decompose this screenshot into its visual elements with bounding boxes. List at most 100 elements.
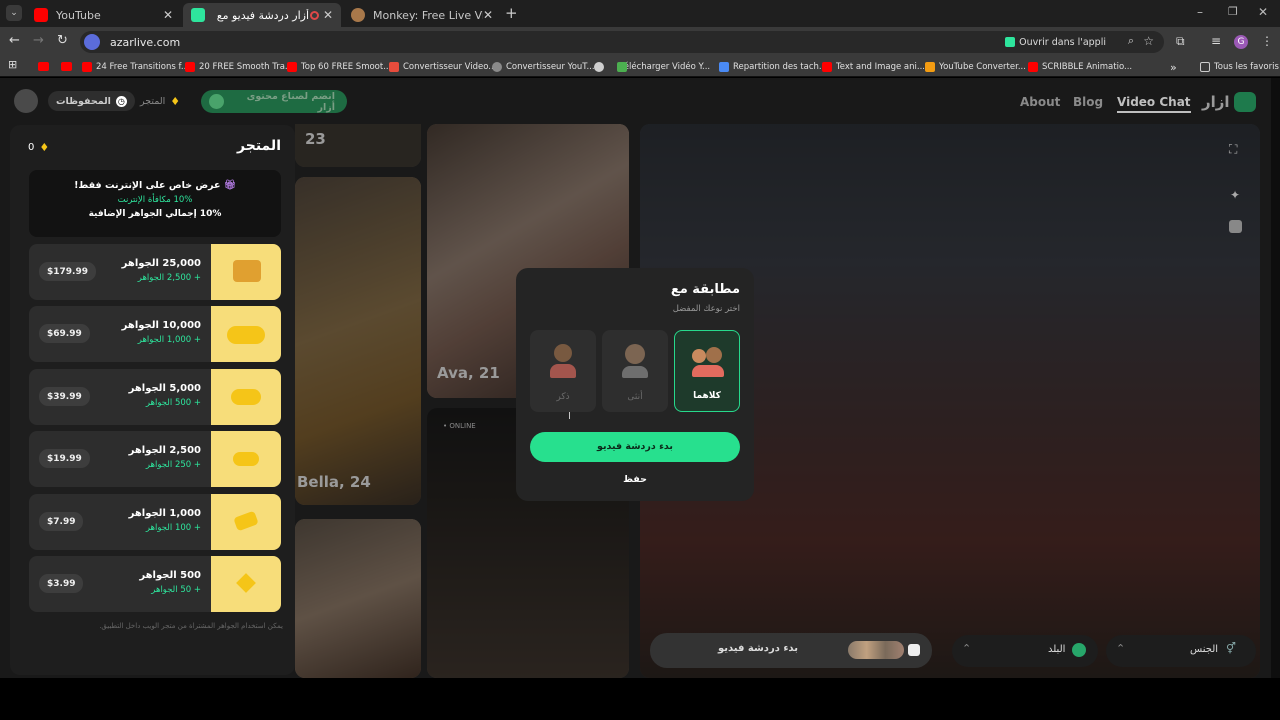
start-video-chat-bar[interactable]: بدء دردشة فيديو [650, 633, 932, 668]
profile-avatar[interactable]: G [1234, 35, 1248, 49]
special-offer-card: 🎁︎ عرض خاص على الإنترنت فقط! 10% مكافأة … [29, 170, 281, 237]
bookmark-item[interactable] [617, 60, 631, 74]
pack-price-button[interactable]: $3.99 [39, 574, 84, 593]
country-filter[interactable]: ⌃ البلد [952, 635, 1098, 667]
profile-label: 23 [305, 130, 326, 148]
gem-pack[interactable]: 25,000 الجواهر + 2,500 الجواهر $179.99 [29, 244, 281, 300]
option-female[interactable]: أنثى [602, 330, 668, 412]
bookmark-item[interactable]: Convertisseur Video... [389, 60, 496, 74]
store-label: المتجر [140, 95, 166, 107]
tab-search-button[interactable]: ⌄ [6, 5, 22, 21]
extensions-icon[interactable]: ⧉ [1176, 34, 1185, 49]
apps-icon[interactable]: ⊞ [8, 58, 17, 71]
address-bar[interactable]: azarlive.com Ouvrir dans l'appli ⌕ ☆ [80, 31, 1164, 53]
bookmark-item[interactable]: SCRIBBLE Animatio... [1028, 60, 1132, 74]
close-icon[interactable]: ✕ [323, 8, 333, 22]
azar-logo[interactable]: ازار [1202, 90, 1256, 113]
pack-price-button[interactable]: $39.99 [39, 387, 90, 406]
menu-icon[interactable]: ⋮ [1261, 34, 1273, 48]
app-icon [1005, 37, 1016, 47]
scrollbar[interactable] [1271, 78, 1280, 678]
open-in-app-label: Ouvrir dans l'appli [1019, 36, 1106, 48]
nav-video-chat[interactable]: Video Chat [1117, 95, 1191, 113]
store-button[interactable]: المتجر ♦ [134, 91, 186, 111]
bookmark-item[interactable]: 20 FREE Smooth Tra... [185, 60, 293, 74]
open-in-app-chip[interactable]: Ouvrir dans l'appli [1005, 33, 1106, 51]
globe-icon [594, 62, 604, 72]
url-text: azarlive.com [110, 35, 181, 49]
tab-youtube[interactable]: YouTube ✕ [26, 3, 181, 27]
bookmark-item[interactable]: Text and Image ani... [822, 60, 925, 74]
nav-about[interactable]: About [1020, 95, 1060, 109]
pack-price-button[interactable]: $7.99 [39, 512, 84, 531]
pack-price-button[interactable]: $179.99 [39, 262, 96, 281]
pack-bonus: + 500 الجواهر [145, 398, 201, 408]
converter-icon [389, 62, 399, 72]
maximize-button[interactable]: ❐ [1228, 5, 1238, 18]
face-filter-icon[interactable] [1229, 220, 1242, 233]
logo-text: ازار [1202, 92, 1230, 111]
saved-label: المحفوظات [56, 95, 111, 107]
gem-pack[interactable]: 10,000 الجواهر + 1,000 الجواهر $69.99 [29, 306, 281, 362]
store-panel: المتجر 0 ♦ 🎁︎ عرض خاص على الإنترنت فقط! … [10, 125, 295, 675]
reload-icon[interactable]: ↻ [57, 33, 68, 48]
gem-pile-icon [211, 306, 281, 362]
dim-overlay [295, 519, 421, 678]
youtube-icon[interactable] [38, 62, 49, 71]
fullscreen-icon[interactable]: ⛶ [1229, 142, 1237, 157]
start-video-chat-button[interactable]: بدء دردشة فيديو [530, 432, 740, 462]
youtube-icon[interactable] [61, 62, 72, 71]
option-both[interactable]: كلاهما [674, 330, 740, 412]
monkey-icon [351, 8, 365, 22]
gem-pile-icon [211, 431, 281, 487]
tab-azar[interactable]: أزار دردشة فيديو مع أشخاص ✕ [183, 3, 341, 27]
profile-card[interactable]: Bella, 24 [295, 177, 421, 505]
gem-pack[interactable]: 2,500 الجواهر + 250 الجواهر $19.99 [29, 431, 281, 487]
bookmark-item[interactable]: Télécharger Vidéo Y... [594, 60, 710, 74]
bookmark-item[interactable]: Top 60 FREE Smoot... [287, 60, 391, 74]
close-icon[interactable]: ✕ [483, 8, 493, 22]
offer-title-row: 🎁︎ عرض خاص على الإنترنت فقط! [29, 180, 281, 191]
pack-gems: 10,000 الجواهر [121, 320, 201, 331]
sparkle-icon[interactable]: ✦ [1230, 188, 1240, 202]
close-icon[interactable]: ✕ [163, 8, 173, 22]
gem-pack[interactable]: 1,000 الجواهر + 100 الجواهر $7.99 [29, 494, 281, 550]
start-video-chat-label: بدء دردشة فيديو [718, 643, 798, 654]
profile-label: Bella, 24 [297, 473, 371, 491]
gem-pack[interactable]: 500 الجواهر + 50 الجواهر $3.99 [29, 556, 281, 612]
gem-pile-icon [211, 369, 281, 425]
bookmark-item[interactable]: 24 Free Transitions f... [82, 60, 189, 74]
pack-price-button[interactable]: $69.99 [39, 324, 90, 343]
bookmark-item[interactable]: Convertisseur YouT... [492, 60, 595, 74]
saved-button[interactable]: المحفوظات ◷ [48, 91, 135, 111]
couple-icon [692, 347, 724, 377]
profile-card[interactable] [295, 519, 421, 678]
gender-filter[interactable]: ⌃ الجنس ⚥ [1106, 635, 1256, 667]
nav-blog[interactable]: Blog [1073, 95, 1103, 109]
bookmark-item[interactable]: YouTube Converter... [925, 60, 1026, 74]
more-bookmarks-icon[interactable]: » [1170, 60, 1177, 74]
bookmark-item[interactable]: Repartition des tach... [719, 60, 827, 74]
pack-price-button[interactable]: $19.99 [39, 449, 90, 468]
zoom-icon[interactable]: ⌕ [1128, 34, 1134, 48]
new-tab-button[interactable]: + [505, 4, 518, 22]
gem-balance-value: 0 [28, 142, 35, 153]
tab-monkey[interactable]: Monkey: Free Live Video Chat ✕ [343, 3, 501, 27]
back-icon[interactable]: ← [9, 33, 20, 48]
site-info-icon[interactable] [84, 34, 100, 50]
close-window-button[interactable]: ✕ [1258, 5, 1268, 19]
media-icon[interactable]: ≡ [1211, 34, 1221, 48]
youtube-icon [287, 62, 297, 72]
option-male[interactable]: ذكر [530, 330, 596, 412]
user-avatar[interactable] [14, 89, 38, 113]
save-button[interactable]: حفظ [516, 474, 754, 485]
minimize-button[interactable]: – [1197, 5, 1203, 19]
forward-icon[interactable]: → [33, 33, 44, 48]
profile-card[interactable]: 23 [295, 124, 421, 167]
gem-pack[interactable]: 5,000 الجواهر + 500 الجواهر $39.99 [29, 369, 281, 425]
bookmark-label: Text and Image ani... [836, 62, 925, 72]
download-icon [617, 62, 627, 72]
modal-title: مطابقة مع [670, 282, 740, 297]
star-icon[interactable]: ☆ [1143, 34, 1154, 48]
all-bookmarks[interactable]: Tous les favoris [1200, 60, 1279, 74]
